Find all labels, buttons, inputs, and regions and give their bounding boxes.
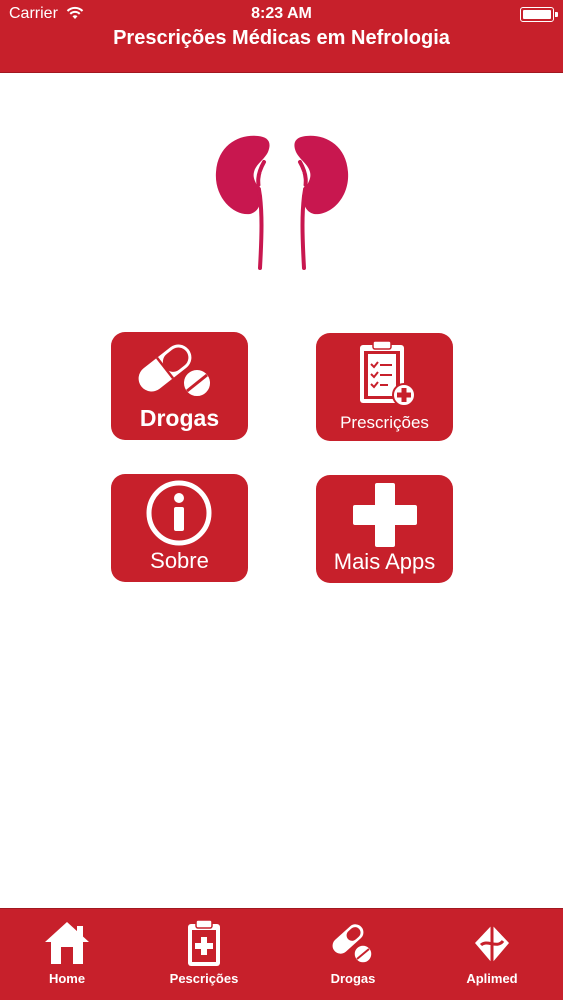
tab-prescricoes-label: Pescrições: [169, 971, 239, 986]
tab-bar: Home Pescrições Drogas Aplimed: [0, 908, 563, 1000]
mais-apps-button[interactable]: Mais Apps: [316, 475, 453, 583]
prescricoes-button[interactable]: Prescrições: [316, 333, 453, 441]
header: Carrier 8:23 AM Prescrições Médicas em N…: [0, 0, 563, 73]
clipboard-icon: [360, 340, 416, 405]
sobre-button[interactable]: Sobre: [111, 474, 248, 582]
kidney-logo-icon: [215, 135, 349, 270]
drogas-label: Drogas: [139, 405, 220, 431]
status-bar: Carrier 8:23 AM: [0, 0, 563, 28]
tab-home-label: Home: [48, 971, 86, 986]
tab-drogas[interactable]: Drogas: [283, 909, 423, 1000]
battery-icon: [520, 7, 558, 22]
pill-icon: [138, 344, 212, 398]
aplimed-logo-icon: [475, 921, 509, 965]
prescricoes-label: Prescrições: [340, 413, 429, 432]
tab-prescricoes[interactable]: Pescrições: [134, 909, 274, 1000]
clipboard-plus-icon: [188, 919, 220, 966]
plus-icon: [353, 483, 417, 547]
drogas-button[interactable]: Drogas: [111, 332, 248, 440]
tab-home[interactable]: Home: [0, 909, 137, 1000]
pill-icon: [332, 924, 373, 964]
tab-aplimed-label: Aplimed: [466, 971, 518, 986]
tab-drogas-label: Drogas: [330, 971, 376, 986]
tab-aplimed[interactable]: Aplimed: [422, 909, 562, 1000]
home-icon: [45, 922, 89, 964]
mais-apps-label: Mais Apps: [333, 549, 436, 574]
clock: 8:23 AM: [251, 5, 312, 22]
info-icon: [146, 480, 212, 546]
sobre-label: Sobre: [150, 548, 209, 573]
page-title: Prescrições Médicas em Nefrologia: [113, 27, 450, 49]
